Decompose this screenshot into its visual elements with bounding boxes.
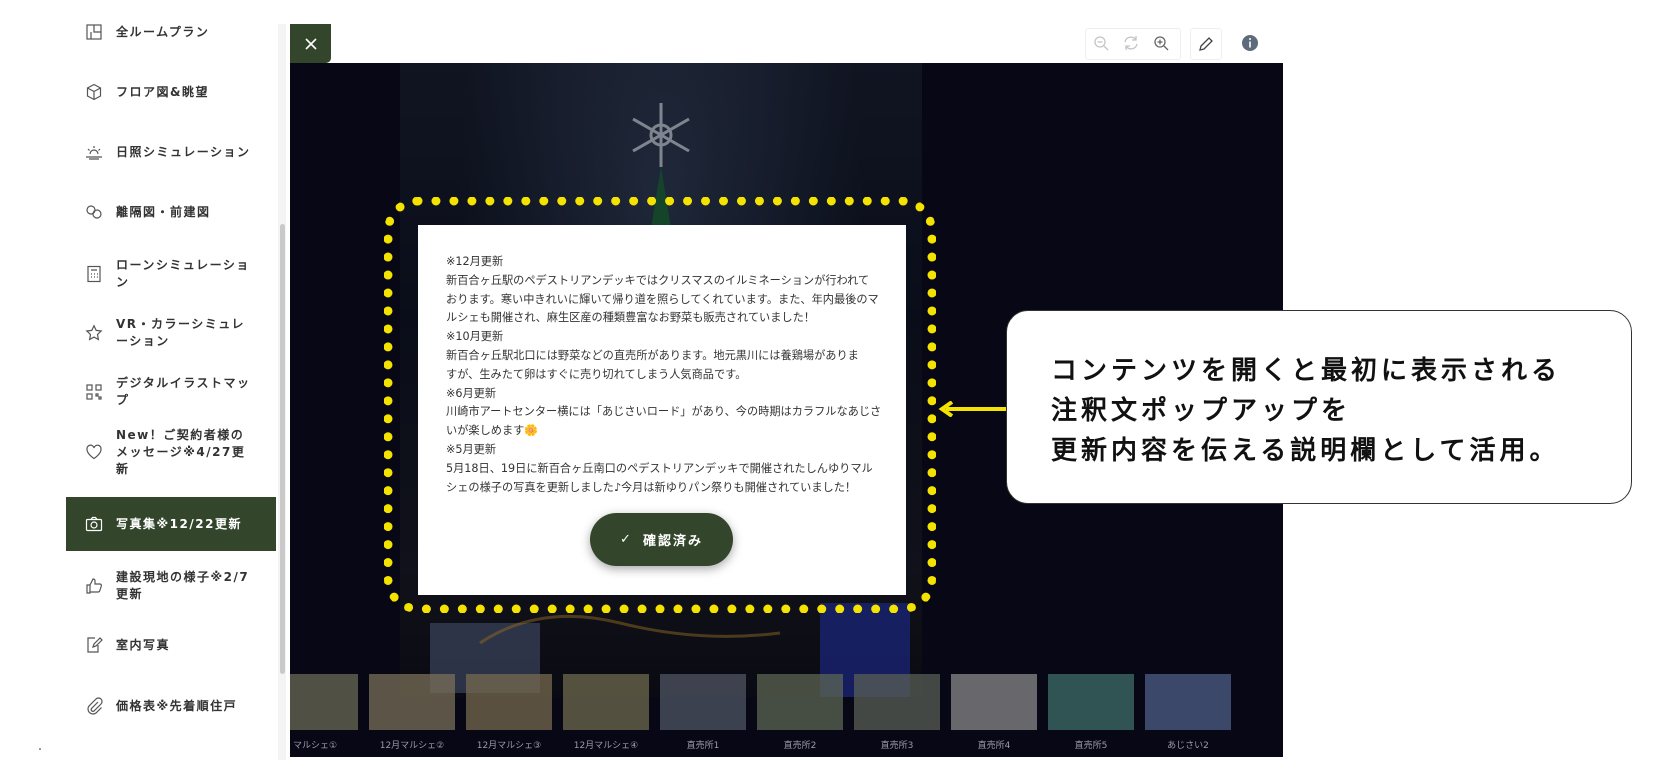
zoom-in-icon [1154, 36, 1169, 51]
floorplan-icon [84, 22, 104, 42]
sidebar-item-label: VR・カラーシミュレーション [116, 317, 246, 348]
thumbnail[interactable] [369, 674, 455, 730]
paperclip-icon [84, 696, 104, 716]
zoom-in-button[interactable] [1146, 28, 1176, 58]
thumbnail[interactable] [757, 674, 843, 730]
sidebar-scrollbar-thumb[interactable] [280, 224, 285, 674]
camera-icon [84, 514, 104, 534]
thumbnail-label: 直売所4 [977, 741, 1011, 751]
info-button[interactable] [1235, 28, 1265, 58]
thumbnail-label: 12月マルシェ② [379, 741, 445, 751]
thumbnail[interactable] [1145, 674, 1231, 730]
sidebar-item-floor-view[interactable]: フロア図&眺望 [66, 80, 276, 104]
zoom-out-button[interactable] [1086, 28, 1116, 58]
thumbnail[interactable] [660, 674, 746, 730]
buildings-icon [84, 202, 104, 222]
close-icon [304, 37, 317, 50]
thumbnail-strip: マルシェ① 12月マルシェ② 12月マルシェ③ 12月マルシェ④ 直売所1 直売所2 直売所… [290, 674, 1283, 757]
thumbnail[interactable] [854, 674, 940, 730]
sunrise-icon [84, 142, 104, 162]
thumbnail[interactable] [466, 674, 552, 730]
callout-line: 注釈文ポップアップを [1051, 396, 1352, 426]
zoom-out-icon [1094, 36, 1109, 51]
reset-button[interactable] [1116, 28, 1146, 58]
sidebar-item-sunlight-simulation[interactable]: 日照シミュレーション [66, 140, 276, 164]
qr-icon [84, 382, 104, 402]
edit-note-icon [84, 635, 104, 655]
sidebar-item-digital-illustration-map[interactable]: デジタルイラストマップ [66, 374, 276, 410]
callout-text: コンテンツを開くと最初に表示される 注釈文ポップアップを 更新内容を伝える説明欄… [1051, 351, 1561, 471]
sidebar-item-construction-site[interactable]: 建設現地の様子※2/7更新 [66, 568, 276, 604]
thumbnail-label: あじさい2 [1167, 741, 1209, 751]
viewer-toolbar [290, 24, 1283, 63]
sidebar-item-interior-photos[interactable]: 室内写真 [66, 633, 276, 657]
sidebar-item-label: フロア図&眺望 [116, 84, 209, 99]
reset-icon [1124, 36, 1138, 50]
thumbnail[interactable] [951, 674, 1037, 730]
sidebar-item-label: 価格表※先着順住戸 [116, 698, 238, 713]
sidebar-item-distance-diagram[interactable]: 離隔図・前建図 [66, 200, 276, 224]
thumbnail-label: 直売所1 [686, 741, 720, 751]
calculator-icon [84, 264, 104, 284]
sidebar-item-label: 室内写真 [116, 637, 171, 652]
star-icon [84, 323, 104, 343]
sidebar-item-label: デジタルイラストマップ [116, 376, 251, 407]
thumbnail-label: マルシェ① [292, 741, 338, 751]
sidebar-item-label: 建設現地の様子※2/7更新 [116, 570, 250, 601]
sidebar-item-price-list[interactable]: 価格表※先着順住戸 [66, 694, 276, 718]
highlight-dotted-frame [384, 197, 936, 613]
thumbnail-label: 12月マルシェ④ [573, 741, 639, 751]
sidebar-item-label: 写真集※12/22更新 [116, 516, 242, 531]
sidebar-item-label: 全ルームプラン [116, 24, 210, 39]
callout-box: コンテンツを開くと最初に表示される 注釈文ポップアップを 更新内容を伝える説明欄… [1006, 310, 1632, 504]
sidebar-item-all-room-plans[interactable]: 全ルームプラン [66, 20, 276, 44]
sidebar: 全ルームプラン フロア図&眺望 日照シミュレーション 離隔図・前建図 ローンシミ… [0, 0, 278, 760]
sidebar-item-label: 日照シミュレーション [116, 144, 251, 159]
thumbnail-label: 直売所2 [783, 741, 817, 751]
thumbnail-label: 直売所3 [880, 741, 914, 751]
thumbs-up-icon [84, 576, 104, 596]
thumbnail[interactable] [290, 674, 358, 730]
callout-line: コンテンツを開くと最初に表示される [1051, 356, 1562, 386]
sidebar-item-label: ローンシミュレーション [116, 258, 250, 289]
sidebar-item-label: New！ご契約者様のメッセージ※4/27更新 [116, 427, 246, 476]
thumbnail[interactable] [563, 674, 649, 730]
sidebar-item-photo-gallery[interactable]: 写真集※12/22更新 [66, 497, 276, 551]
pen-icon [1199, 37, 1213, 51]
close-button[interactable] [290, 24, 331, 63]
cube-icon [84, 82, 104, 102]
sidebar-item-vr-color-simulation[interactable]: VR・カラーシミュレーション [66, 315, 276, 351]
sidebar-item-owner-messages[interactable]: New！ご契約者様のメッセージ※4/27更新 [66, 428, 276, 476]
sidebar-item-loan-simulation[interactable]: ローンシミュレーション [66, 256, 276, 292]
callout-arrow-icon [938, 401, 1006, 417]
callout-line: 更新内容を伝える説明欄として活用。 [1051, 436, 1560, 466]
thumbnail[interactable] [1048, 674, 1134, 730]
stray-dot [39, 748, 41, 750]
info-icon [1242, 35, 1258, 51]
thumbnail-label: 直売所5 [1074, 741, 1108, 751]
thumbnail-label: 12月マルシェ③ [476, 741, 542, 751]
sidebar-item-label: 離隔図・前建図 [116, 204, 211, 219]
heart-icon [84, 442, 104, 462]
annotate-button[interactable] [1190, 28, 1222, 60]
